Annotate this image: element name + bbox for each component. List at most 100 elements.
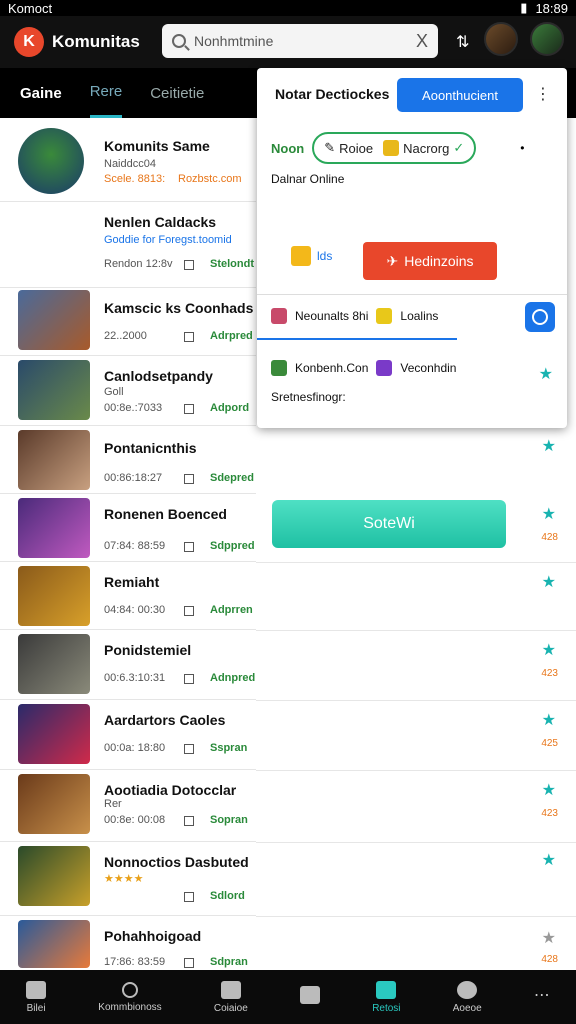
divider: [256, 562, 576, 563]
search-input[interactable]: Nonhmtmine X: [162, 24, 438, 58]
game-thumbnail: [18, 430, 90, 490]
lock-toggle[interactable]: lds: [291, 246, 332, 266]
star-icon[interactable]: ★: [542, 710, 556, 730]
game-thumbnail: [18, 846, 90, 906]
doc-icon: [376, 308, 393, 324]
list-item-meta: 04:84: 00:30: [104, 604, 166, 616]
checkbox[interactable]: [184, 674, 194, 684]
nav-help[interactable]: Aoeoe: [453, 980, 482, 1014]
checkbox[interactable]: [184, 542, 194, 552]
close-icon[interactable]: X: [416, 31, 428, 52]
tab-ceitietie[interactable]: Ceitietie: [150, 68, 204, 118]
list-item-meta: Naiddcc04: [104, 158, 156, 170]
primary-button[interactable]: Aoonthucient: [397, 78, 523, 112]
red-button-label: Hedinzoins: [404, 253, 474, 269]
app-icon: [271, 360, 287, 376]
search-value: Nonhmtmine: [194, 33, 274, 49]
score-number: 423: [541, 668, 558, 679]
nav-community[interactable]: Coiaioe: [214, 980, 248, 1014]
star-icon[interactable]: ★: [542, 436, 556, 456]
list-item-link[interactable]: Rozbstc.com: [178, 173, 242, 185]
nav-home[interactable]: Bilei: [26, 980, 47, 1014]
nav-more[interactable]: ⋯: [534, 985, 550, 1009]
chip-text: Roioe: [339, 140, 374, 156]
nav-groups[interactable]: Retosi: [372, 980, 401, 1014]
row-text: Loalins: [400, 309, 439, 323]
list-item[interactable]: Kamscic ks Coonhads 22..2000 Adrpred: [0, 288, 256, 356]
app-icon: [376, 360, 393, 376]
teal-action-button[interactable]: SoteWi: [272, 500, 506, 548]
list-item[interactable]: Aootiadia Dotocclar Rer 00:8e: 00:08 Sop…: [0, 770, 256, 842]
checkbox[interactable]: [184, 404, 194, 414]
list-item-title: Kamscic ks Coonhads: [104, 300, 254, 316]
notification-row[interactable]: Neounalts 8hi Loalins: [271, 308, 438, 324]
divider: [256, 770, 576, 771]
status-badge: Sdlord: [210, 890, 245, 902]
search-icon: [121, 981, 138, 998]
game-thumbnail: [18, 704, 90, 764]
settings-label: Sretnesfinogr:: [271, 390, 346, 404]
tab-rere[interactable]: Rere: [89, 68, 123, 118]
nav-label: Retosi: [372, 1002, 401, 1014]
star-icon[interactable]: ★: [542, 928, 556, 948]
game-thumbnail: [18, 566, 90, 626]
list-item-title: Ponidstemiel: [104, 642, 192, 658]
list-item[interactable]: Remiaht 04:84: 00:30 Adprren: [0, 562, 256, 630]
list-item[interactable]: Komunits Same Naiddcc04 Scele. 8813: Roz…: [0, 118, 256, 202]
nav-search[interactable]: Kommbionoss: [98, 981, 162, 1013]
game-thumbnail: [18, 920, 90, 968]
star-icon[interactable]: ★: [542, 850, 556, 870]
star-icon[interactable]: ★: [542, 780, 556, 800]
row-text: Konbenh.Con: [295, 361, 369, 375]
list-item-meta: 00:0a: 18:80: [104, 742, 166, 754]
star-icon[interactable]: ★: [542, 572, 556, 592]
more-icon[interactable]: ⋮: [535, 84, 551, 104]
list-item[interactable]: Nenlen Caldacks Goddie for Foregst.toomi…: [0, 202, 256, 288]
checkbox[interactable]: [184, 332, 194, 342]
list-item[interactable]: Aardartors Caoles 00:0a: 18:80 Sspran: [0, 700, 256, 770]
status-badge: Adprren: [210, 604, 253, 616]
status-badge: Sopran: [210, 814, 248, 826]
avatar[interactable]: [484, 22, 518, 56]
account-row[interactable]: Konbenh.Con Veconhdin: [271, 360, 456, 376]
list-item[interactable]: Canlodsetpandy Goll 00:8e.:7033 Adpord: [0, 356, 256, 426]
score-number: 428: [541, 954, 558, 965]
people-icon: [220, 980, 241, 999]
checkbox[interactable]: [184, 744, 194, 754]
home-icon: [26, 980, 47, 999]
checkbox[interactable]: [184, 958, 194, 968]
list-item-title: Pohahhoigoad: [104, 928, 202, 944]
lock-icon: [291, 246, 311, 266]
status-badge: Adrpred: [210, 330, 253, 342]
checkbox[interactable]: [184, 816, 194, 826]
nav-profile[interactable]: [299, 986, 320, 1008]
row-text: Neounalts 8hi: [295, 309, 369, 323]
checkbox[interactable]: [184, 892, 194, 902]
chip-filter[interactable]: ✎ Roioe Nacrorg ✓: [312, 132, 477, 164]
status-badge: Adnpred: [210, 672, 256, 684]
toggle-button[interactable]: [525, 302, 555, 332]
score-number: 428: [541, 532, 558, 543]
avatar-secondary[interactable]: [530, 22, 564, 56]
filter-icon[interactable]: ⇅: [456, 32, 469, 52]
list-item-meta: 00:6.3:10:31: [104, 672, 166, 684]
chip-text: Nacrorg: [403, 140, 450, 156]
checkbox[interactable]: [184, 474, 194, 484]
game-list: Komunits Same Naiddcc04 Scele. 8813: Roz…: [0, 118, 256, 970]
star-icon[interactable]: ★: [539, 364, 553, 384]
list-item-time: 00:8e: 00:08: [104, 814, 166, 826]
list-item[interactable]: Pontanicnthis 00:86:18:27 Sdepred: [0, 426, 256, 494]
groups-icon: [376, 980, 397, 999]
list-item[interactable]: Ponidstemiel 00:6.3:10:31 Adnpred: [0, 630, 256, 700]
checkbox[interactable]: [184, 260, 194, 270]
red-action-button[interactable]: ✈ Hedinzoins: [363, 242, 497, 280]
user-icon: [299, 986, 320, 1004]
list-item[interactable]: Ronenen Boenced 07:84: 88:59 Sdppred: [0, 494, 256, 562]
tab-game[interactable]: Gaine: [20, 68, 62, 118]
star-icon[interactable]: ★: [542, 504, 556, 524]
rating-stars: ★★★★: [104, 873, 144, 885]
star-icon[interactable]: ★: [542, 640, 556, 660]
list-item[interactable]: Pohahhoigoad 17:86: 83:59 Sdpran: [0, 916, 256, 970]
checkbox[interactable]: [184, 606, 194, 616]
list-item[interactable]: Nonnoctios Dasbuted ★★★★ Sdlord: [0, 842, 256, 916]
